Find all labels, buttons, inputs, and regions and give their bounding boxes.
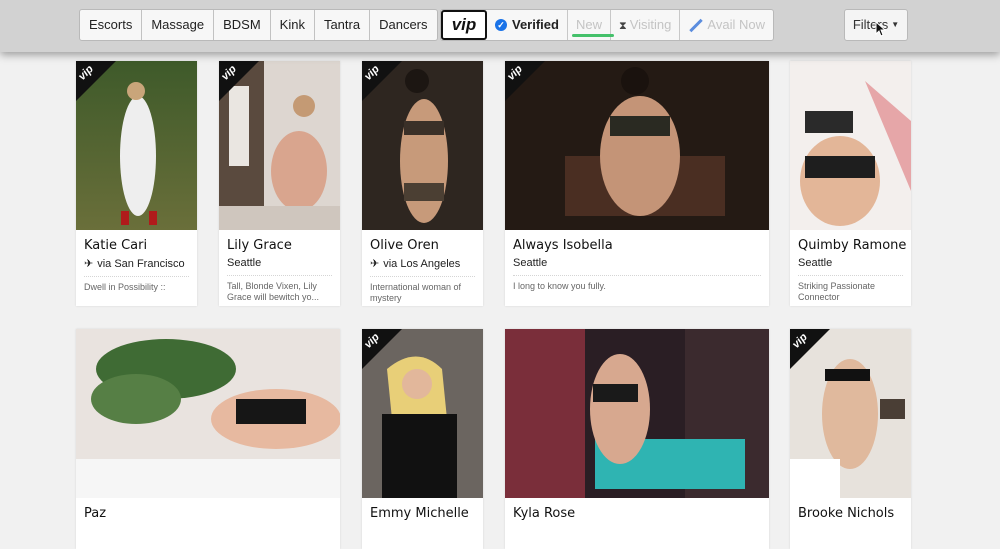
divider	[227, 275, 332, 276]
vip-badge: vip	[362, 61, 402, 101]
profile-card[interactable]: vip Emmy Michelle	[362, 329, 483, 549]
avail-now-label: Avail Now	[707, 17, 765, 32]
location-label: Seattle	[798, 257, 833, 269]
profile-card[interactable]: vip Olive Oren ✈ via Los Angeles Interna…	[362, 61, 483, 306]
profile-card[interactable]: vip Brooke Nichols	[790, 329, 911, 549]
category-massage-button[interactable]: Massage	[142, 10, 215, 40]
profile-photo[interactable]	[76, 329, 340, 498]
category-button-group: Escorts Massage BDSM Kink Tantra Dancers	[79, 9, 438, 41]
filter-bar: Escorts Massage BDSM Kink Tantra Dancers…	[0, 0, 1000, 52]
vip-badge: vip	[219, 61, 259, 101]
profile-photo[interactable]: vip	[76, 61, 197, 230]
profile-photo[interactable]: vip	[362, 329, 483, 498]
profile-tagline: I long to know you fully.	[513, 281, 606, 291]
profile-tagline: Striking Passionate Connector	[798, 281, 876, 302]
profile-name: Olive Oren	[370, 238, 439, 253]
profile-photo-image	[505, 329, 769, 498]
profile-name: Always Isobella	[513, 238, 613, 253]
new-underline	[571, 34, 614, 37]
profile-card[interactable]: Quimby Ramone Seattle Striking Passionat…	[790, 61, 911, 306]
profile-name: Emmy Michelle	[370, 506, 469, 521]
location-label: via San Francisco	[97, 257, 185, 270]
verified-filter-button[interactable]: ✓ Verified	[487, 10, 568, 40]
location-label: Seattle	[513, 257, 548, 269]
visiting-filter-button[interactable]: ⧗ Visiting	[611, 10, 681, 40]
profile-card[interactable]: Paz	[76, 329, 340, 549]
profile-photo[interactable]	[505, 329, 769, 498]
profile-card[interactable]: vip Always Isobella Seattle I long to kn…	[505, 61, 769, 306]
category-bdsm-button[interactable]: BDSM	[214, 10, 271, 40]
profile-photo[interactable]	[790, 61, 911, 230]
visiting-label: Visiting	[629, 17, 672, 32]
vip-badge: vip	[76, 61, 116, 101]
profile-photo[interactable]: vip	[790, 329, 911, 498]
profile-name: Lily Grace	[227, 238, 292, 253]
profile-photo[interactable]: vip	[219, 61, 340, 230]
plane-icon: ✈	[370, 258, 380, 270]
profile-tagline: Tall, Blonde Vixen, Lily Grace will bewi…	[227, 281, 320, 302]
hourglass-icon: ⧗	[618, 20, 627, 32]
profile-location: ✈ via San Francisco	[84, 257, 189, 271]
location-label: via Los Angeles	[383, 257, 461, 270]
profile-name: Paz	[84, 506, 107, 521]
profile-photo-image	[76, 329, 340, 498]
avail-now-filter-button[interactable]: Avail Now	[680, 10, 773, 40]
profile-tagline: Dwell in Possibility ::	[84, 282, 166, 292]
new-label: New	[575, 17, 602, 32]
category-kink-button[interactable]: Kink	[271, 10, 315, 40]
profile-photo[interactable]: vip	[505, 61, 769, 230]
location-label: Seattle	[227, 257, 262, 269]
profile-card[interactable]: Kyla Rose	[505, 329, 769, 549]
quick-filter-group: vip ✓ Verified New ⧗ Visiting Avail Now	[440, 9, 774, 41]
category-dancers-button[interactable]: Dancers	[370, 10, 436, 40]
profile-card[interactable]: vip Katie Cari ✈ via San Francisco Dwell…	[76, 61, 197, 306]
profile-photo[interactable]: vip	[362, 61, 483, 230]
verified-check-icon: ✓	[495, 19, 507, 31]
pencil-icon	[689, 18, 704, 33]
profile-location: ✈ via Los Angeles	[370, 257, 475, 271]
profile-name: Katie Cari	[84, 238, 148, 253]
category-escorts-button[interactable]: Escorts	[80, 10, 143, 40]
profile-tagline: International woman of mystery	[370, 282, 462, 303]
vip-badge: vip	[362, 329, 402, 369]
divider	[84, 276, 189, 277]
profile-name: Kyla Rose	[513, 506, 576, 521]
caret-down-icon: ▼	[891, 20, 900, 29]
profile-name: Brooke Nichols	[798, 506, 895, 521]
divider	[370, 276, 475, 277]
category-tantra-button[interactable]: Tantra	[315, 10, 371, 40]
profile-location: Seattle	[227, 257, 332, 269]
vip-filter-button[interactable]: vip	[441, 10, 487, 40]
mouse-cursor-icon	[875, 21, 887, 37]
plane-icon: ✈	[84, 258, 94, 270]
profile-location: Seattle	[513, 257, 761, 269]
verified-label: Verified	[512, 17, 559, 32]
profile-location: Seattle	[798, 257, 903, 269]
divider	[798, 275, 903, 276]
profile-photo-image	[790, 61, 911, 230]
profile-card[interactable]: vip Lily Grace Seattle Tall, Blonde Vixe…	[219, 61, 340, 306]
vip-badge: vip	[790, 329, 830, 369]
vip-badge: vip	[505, 61, 545, 101]
divider	[513, 275, 761, 276]
new-filter-button[interactable]: New	[568, 10, 614, 40]
profile-name: Quimby Ramone	[798, 238, 907, 253]
